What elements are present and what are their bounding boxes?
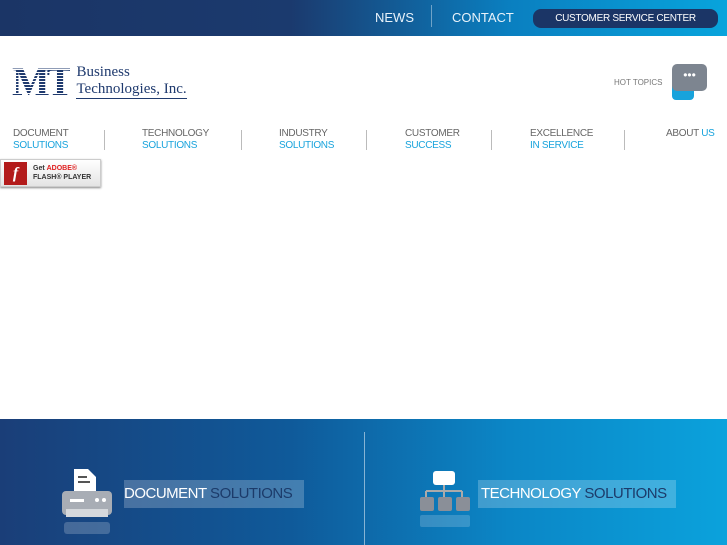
document-solutions-link[interactable]: DOCUMENT SOLUTIONS	[124, 480, 304, 508]
company-logo[interactable]: MT Business Technologies, Inc.	[12, 59, 187, 104]
technology-solutions-link[interactable]: TECHNOLOGY SOLUTIONS	[478, 480, 676, 508]
flash-get: Get	[33, 165, 45, 172]
nav-excellence-in-service[interactable]: EXCELLENCE IN SERVICE	[530, 128, 593, 152]
nav-label: IN SERVICE	[530, 140, 584, 151]
divider	[364, 432, 365, 545]
nav-customer-success[interactable]: CUSTOMER SUCCESS	[405, 128, 460, 152]
logo-line1: Business	[76, 64, 130, 80]
nav-label: EXCELLENCE	[530, 128, 594, 139]
logo-line2: Technologies, Inc.	[76, 81, 187, 99]
nav-label: SOLUTIONS	[142, 140, 198, 151]
network-icon	[420, 471, 470, 527]
nav-document-solutions[interactable]: DOCUMENT SOLUTIONS	[13, 128, 69, 152]
nav-label: INDUSTRY	[279, 128, 328, 139]
divider	[491, 130, 492, 150]
top-bar: NEWS CONTACT CUSTOMER SERVICE CENTER	[0, 0, 727, 36]
contact-link[interactable]: CONTACT	[452, 10, 514, 25]
solutions-banner: DOCUMENT SOLUTIONS TECHNOLOGY SOLUTIONS	[0, 419, 727, 545]
panel-label: SOLUTIONS	[206, 485, 293, 502]
panel-label: DOCUMENT	[124, 485, 207, 502]
divider	[241, 130, 242, 150]
news-link[interactable]: NEWS	[375, 10, 414, 25]
speech-bubble-icon[interactable]: •••	[672, 64, 707, 91]
nav-label: TECHNOLOGY	[142, 128, 210, 139]
nav-label: US	[701, 128, 715, 139]
flash-icon: f	[4, 162, 27, 185]
hot-topics-label[interactable]: HOT TOPICS	[614, 78, 662, 87]
nav-label: SUCCESS	[405, 140, 452, 151]
flash-player-label: FLASH® PLAYER	[33, 174, 92, 181]
nav-label: DOCUMENT	[13, 128, 69, 139]
nav-industry-solutions[interactable]: INDUSTRY SOLUTIONS	[279, 128, 334, 152]
logo-mark: MT	[12, 59, 73, 104]
get-flash-player-button[interactable]: f Get ADOBE® FLASH® PLAYER	[0, 159, 101, 187]
nav-label: CUSTOMER	[405, 128, 460, 139]
nav-label: SOLUTIONS	[13, 140, 69, 151]
panel-label: TECHNOLOGY	[481, 485, 581, 502]
nav-label: SOLUTIONS	[279, 140, 335, 151]
panel-label: SOLUTIONS	[580, 485, 667, 502]
divider	[431, 5, 432, 27]
divider	[366, 130, 367, 150]
customer-service-center-button[interactable]: CUSTOMER SERVICE CENTER	[533, 9, 718, 28]
nav-label: ABOUT	[666, 128, 699, 139]
flash-adobe: ADOBE®	[46, 165, 78, 172]
printer-icon	[62, 469, 112, 534]
nav-about-us[interactable]: ABOUT US	[666, 128, 715, 140]
divider	[624, 130, 625, 150]
divider	[104, 130, 105, 150]
nav-technology-solutions[interactable]: TECHNOLOGY SOLUTIONS	[142, 128, 209, 152]
